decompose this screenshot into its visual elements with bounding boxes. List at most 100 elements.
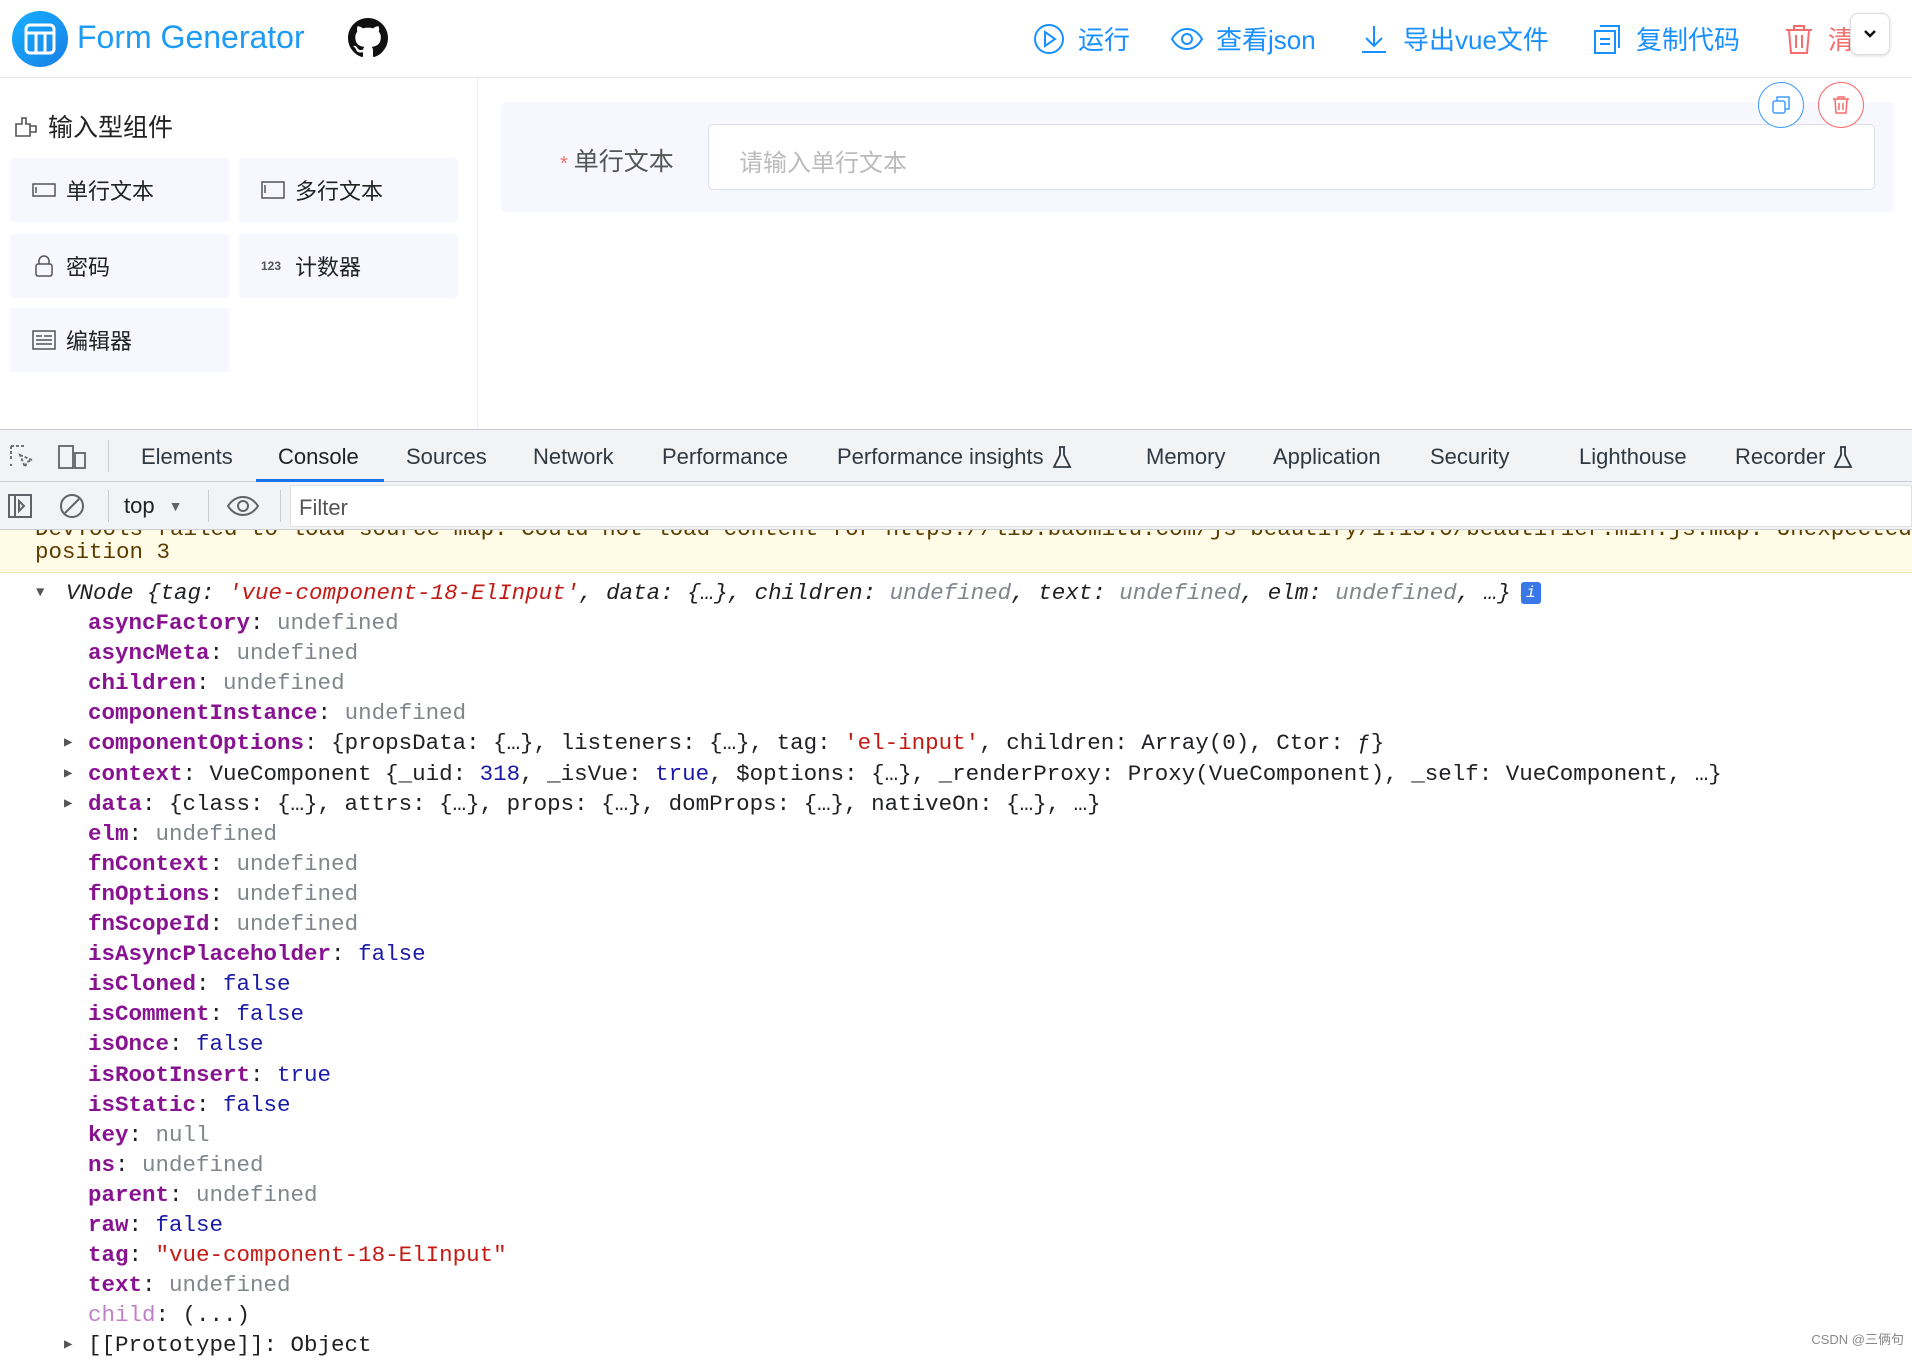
copy-code-button[interactable]: 复制代码 xyxy=(1590,20,1740,57)
vnode-summary-segment: , text: xyxy=(1011,580,1120,606)
view-json-button[interactable]: 查看json xyxy=(1170,20,1316,57)
copy-item-button[interactable] xyxy=(1758,82,1804,128)
property-value: 'el-input' xyxy=(844,730,980,757)
app-header: Form Generator 运行 查看json 导出vue文件 复制代码 清 xyxy=(0,0,1912,78)
colon: : xyxy=(209,640,237,667)
property-value: , $options: {…}, _renderProxy: Proxy(Vue… xyxy=(709,760,1722,787)
expand-triangle-icon[interactable]: ▶ xyxy=(64,728,72,758)
clear-button[interactable]: 清 xyxy=(1782,20,1854,57)
property-key: asyncFactory xyxy=(88,610,251,637)
vnode-summary-segment: , …} xyxy=(1456,580,1511,606)
export-vue-button[interactable]: 导出vue文件 xyxy=(1357,20,1549,57)
single-line-text-input[interactable]: 请输入单行文本 xyxy=(708,124,1875,190)
colon: : xyxy=(209,880,237,907)
property-key: fnScopeId xyxy=(88,911,210,938)
colon: : xyxy=(209,850,237,877)
property-context[interactable]: ▶ context: VueComponent {_uid: 318, _isVu… xyxy=(0,759,1912,789)
property-value: false xyxy=(223,1091,291,1118)
property-key: key: null xyxy=(0,1120,1912,1150)
tab-application[interactable]: Application xyxy=(1273,444,1381,470)
property-value: (...) xyxy=(182,1302,251,1329)
console-filter-input[interactable]: Filter xyxy=(290,485,1912,527)
tab-label: Lighthouse xyxy=(1579,444,1687,469)
component-editor[interactable]: 编辑器 xyxy=(10,308,229,372)
property-key: isStatic xyxy=(88,1091,197,1118)
more-dropdown-button[interactable] xyxy=(1850,13,1890,55)
sidebar-toggle-icon[interactable] xyxy=(6,492,34,520)
eye-icon xyxy=(1170,27,1204,50)
property-key: data xyxy=(88,790,143,817)
tab-console[interactable]: Console xyxy=(278,444,359,470)
expand-triangle-icon[interactable]: ▶ xyxy=(64,759,72,789)
info-icon[interactable]: i xyxy=(1520,582,1541,605)
component-single-line-text[interactable]: 单行文本 xyxy=(10,158,229,222)
colon: : xyxy=(196,670,224,697)
tab-performance[interactable]: Performance xyxy=(662,444,788,470)
colon: : xyxy=(263,1332,291,1359)
tab-elements[interactable]: Elements xyxy=(141,444,233,470)
tab-label: Memory xyxy=(1146,444,1226,469)
vnode-summary-segment: VNode xyxy=(66,580,148,606)
tab-label: Recorder xyxy=(1735,444,1826,469)
tab-memory[interactable]: Memory xyxy=(1146,444,1225,470)
vnode-summary-segment: {tag: xyxy=(147,580,229,606)
device-toolbar-icon[interactable] xyxy=(56,443,90,471)
trash-icon xyxy=(1786,24,1812,54)
component-label: 计数器 xyxy=(295,255,362,280)
divider xyxy=(108,490,109,522)
vnode-object-root[interactable]: ▼ VNode {tag: 'vue-component-18-ElInput',… xyxy=(0,578,1912,608)
live-expression-eye-icon[interactable] xyxy=(226,494,260,518)
property-fnoptions: fnOptions: undefined xyxy=(0,879,1912,909)
warning-line-2: position 3 xyxy=(35,539,171,565)
component-password[interactable]: 密码 xyxy=(10,234,229,298)
tab-sources[interactable]: Sources xyxy=(406,444,487,470)
property-value: false xyxy=(358,941,426,968)
number-123-icon: 123 xyxy=(261,259,281,273)
property-value: 318 xyxy=(479,760,521,787)
delete-item-button[interactable] xyxy=(1818,82,1864,128)
divider xyxy=(208,490,209,522)
collapse-triangle-icon[interactable]: ▼ xyxy=(36,578,44,608)
component-counter[interactable]: 123 计数器 xyxy=(239,234,458,298)
app-title: Form Generator xyxy=(77,19,305,55)
tab-performance-insights[interactable]: Performance insights xyxy=(837,444,1072,470)
divider xyxy=(280,490,281,522)
tab-security[interactable]: Security xyxy=(1430,444,1509,470)
expand-triangle-icon[interactable]: ▶ xyxy=(64,789,72,819)
property-value: {class: {…}, attrs: {…}, props: {…}, dom… xyxy=(169,790,1101,817)
section-title: 输入型组件 xyxy=(12,108,173,144)
section-title-label: 输入型组件 xyxy=(48,114,174,142)
clear-console-icon[interactable] xyxy=(58,492,86,520)
run-button[interactable]: 运行 xyxy=(1032,20,1130,57)
property-value: undefined xyxy=(223,670,345,697)
tab-lighthouse[interactable]: Lighthouse xyxy=(1579,444,1687,470)
property-key: componentInstance xyxy=(88,700,318,727)
property-key: raw xyxy=(88,1211,129,1238)
component-label: 多行文本 xyxy=(295,179,384,204)
property-data[interactable]: ▶ data: {class: {…}, attrs: {…}, props: {… xyxy=(0,789,1912,819)
component-label: 密码 xyxy=(66,255,111,280)
vnode-summary-segment: undefined xyxy=(1335,580,1457,606)
property-child: child: (...) xyxy=(0,1300,1912,1330)
tab-recorder[interactable]: Recorder xyxy=(1735,444,1853,470)
vnode-summary-segment: , data: {…}, children: xyxy=(579,580,890,606)
tab-label: Console xyxy=(278,444,359,469)
inspect-element-icon[interactable] xyxy=(8,443,36,471)
tab-label: Security xyxy=(1430,444,1510,469)
property-componentoptions[interactable]: ▶ componentOptions: {propsData: {…}, list… xyxy=(0,728,1912,758)
github-icon[interactable] xyxy=(348,18,388,58)
property-fnscopeid: fnScopeId: undefined xyxy=(0,909,1912,939)
colon: : xyxy=(196,1091,224,1118)
colon: : xyxy=(250,1061,278,1088)
colon: : xyxy=(331,941,359,968)
context-selector[interactable]: top ▼ xyxy=(124,493,182,519)
colon: : xyxy=(115,1151,143,1178)
copy-icon xyxy=(1772,96,1790,114)
property-value: Object xyxy=(290,1332,372,1359)
tab-network[interactable]: Network xyxy=(533,444,614,470)
component-multi-line-text[interactable]: 多行文本 xyxy=(239,158,458,222)
property-key: isRootInsert xyxy=(88,1061,251,1088)
component-label: 编辑器 xyxy=(66,329,133,354)
field-label-text: 单行文本 xyxy=(573,148,674,176)
experimental-flask-icon xyxy=(1834,446,1853,468)
